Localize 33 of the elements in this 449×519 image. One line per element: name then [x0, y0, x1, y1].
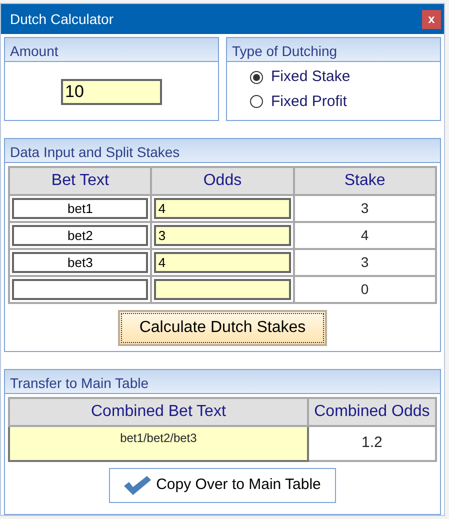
column-header: Combined Odds [308, 398, 436, 426]
bet-text-field[interactable] [12, 279, 148, 300]
stake-cell: 0 [294, 276, 436, 303]
window-title: Dutch Calculator [10, 10, 114, 28]
odds-field[interactable]: 4 [154, 252, 291, 273]
radio-button[interactable] [250, 70, 263, 84]
odds-field[interactable]: 3 [154, 225, 291, 246]
radio-option[interactable]: Fixed Profit [250, 90, 440, 113]
calculate-button[interactable]: Calculate Dutch Stakes [118, 310, 327, 346]
panel-title: Type of Dutching [227, 38, 440, 62]
column-header: Bet Text [9, 167, 152, 195]
close-button[interactable]: x [422, 10, 441, 28]
combined-odds-cell: 1.2 [308, 426, 436, 461]
panel-title: Data Input and Split Stakes [5, 139, 440, 163]
checkmark-icon [122, 474, 152, 496]
radio-option[interactable]: Fixed Stake [250, 66, 440, 88]
column-header: Combined Bet Text [9, 398, 308, 426]
amount-field[interactable]: 10 [61, 79, 162, 105]
bet-text-field[interactable]: bet3 [12, 252, 148, 273]
stake-cell: 4 [294, 222, 436, 249]
panel-title: Transfer to Main Table [5, 370, 440, 394]
odds-field[interactable] [154, 279, 291, 300]
copy-button[interactable]: Copy Over to Main Table [109, 468, 336, 502]
odds-field[interactable]: 4 [154, 198, 291, 219]
panel-title: Amount [5, 38, 218, 62]
stake-cell: 3 [294, 195, 436, 222]
bet-text-field[interactable]: bet1 [12, 198, 148, 219]
radio-button[interactable] [250, 95, 263, 108]
column-header: Odds [151, 167, 294, 195]
column-header: Stake [294, 167, 436, 195]
bet-text-field[interactable]: bet2 [12, 225, 148, 246]
combined-bet-text-field[interactable]: bet1/bet2/bet3 [9, 426, 308, 461]
stake-cell: 3 [294, 249, 436, 276]
